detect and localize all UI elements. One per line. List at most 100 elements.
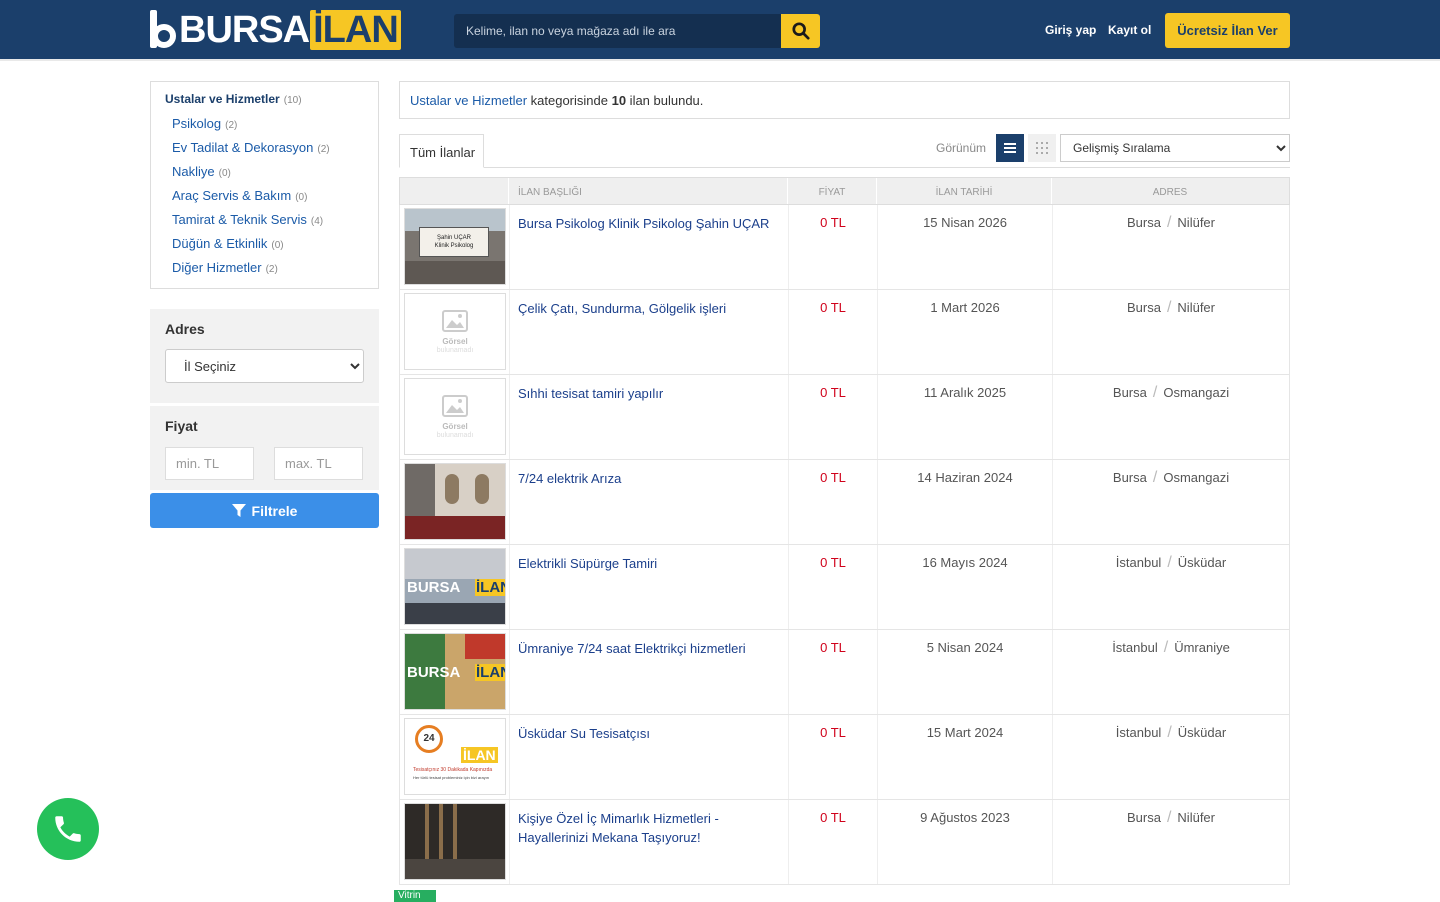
image-placeholder-icon bbox=[442, 310, 468, 332]
placeholder-text: Görsel bbox=[442, 422, 468, 431]
listing-date: 9 Ağustos 2023 bbox=[920, 810, 1010, 825]
listing-thumbnail[interactable]: Görsel bulunamadı bbox=[404, 293, 506, 370]
category-label: Psikolog bbox=[172, 116, 222, 131]
table-row[interactable]: Kişiye Özel İç Mimarlık Hizmetleri - Hay… bbox=[399, 800, 1290, 885]
address-separator: / bbox=[1152, 384, 1158, 401]
grid-view-button[interactable] bbox=[1028, 134, 1056, 162]
result-text-end: ilan bulundu. bbox=[626, 93, 704, 108]
min-price-input[interactable] bbox=[165, 447, 254, 480]
listing-title-link[interactable]: Bursa Psikolog Klinik Psikolog Şahin UÇA… bbox=[518, 216, 769, 231]
thumb-logo-ilan: İLAN bbox=[475, 664, 505, 681]
category-item-nakliye[interactable]: Nakliye (0) bbox=[165, 164, 378, 188]
category-label: Düğün & Etkinlik bbox=[172, 236, 268, 251]
category-label: Nakliye bbox=[172, 164, 215, 179]
logo-text-bursa: BURSA bbox=[179, 9, 310, 51]
post-ad-button[interactable]: Ücretsiz İlan Ver bbox=[1165, 13, 1290, 48]
listing-price: 0 TL bbox=[820, 555, 846, 570]
category-count: (0) bbox=[218, 168, 231, 179]
search-bar bbox=[454, 14, 820, 48]
listing-thumbnail[interactable]: Görsel bulunamadı bbox=[404, 378, 506, 455]
price-filter: Fiyat bbox=[150, 406, 379, 490]
listing-district: Nilüfer bbox=[1177, 810, 1215, 825]
listing-date: 15 Nisan 2026 bbox=[923, 215, 1007, 230]
view-label: Görünüm bbox=[936, 141, 987, 155]
listing-district: Üsküdar bbox=[1177, 725, 1227, 740]
listing-price: 0 TL bbox=[820, 810, 846, 825]
listing-date: 1 Mart 2026 bbox=[930, 300, 1000, 315]
category-item-ev-tadilat[interactable]: Ev Tadilat & Dekorasyon (2) bbox=[165, 140, 378, 164]
list-view-button[interactable] bbox=[996, 134, 1024, 162]
listing-district: Osmangazi bbox=[1163, 470, 1230, 485]
listing-thumbnail[interactable]: 24 İLAN Tesisatçınız 30 Dakikada Kapınız… bbox=[404, 718, 506, 795]
listing-title-link[interactable]: Kişiye Özel İç Mimarlık Hizmetleri - Hay… bbox=[518, 811, 719, 845]
address-separator: / bbox=[1166, 809, 1172, 826]
listing-title-link[interactable]: Elektrikli Süpürge Tamiri bbox=[518, 556, 657, 571]
listing-thumbnail[interactable]: Şahin UÇAR Klinik Psikolog bbox=[404, 208, 506, 285]
table-row[interactable]: Şahin UÇAR Klinik Psikolog Bursa Psikolog… bbox=[399, 205, 1290, 290]
table-row[interactable]: 7/24 elektrik Arıza 0 TL 14 Haziran 2024… bbox=[399, 460, 1290, 545]
search-input[interactable] bbox=[454, 14, 781, 48]
listing-thumbnail[interactable] bbox=[404, 803, 506, 880]
category-label: Diğer Hizmetler bbox=[172, 260, 262, 275]
listing-thumbnail[interactable]: BURSA İLAN bbox=[404, 548, 506, 625]
site-logo[interactable]: BURSA İLAN bbox=[150, 10, 401, 50]
sign-text-line: Klinik Psikolog bbox=[434, 243, 474, 249]
province-select[interactable]: İl Seçiniz bbox=[165, 349, 364, 383]
table-row[interactable]: BURSA İLAN Ümraniye 7/24 saat Elektrikçi… bbox=[399, 630, 1290, 715]
category-item-arac-servis[interactable]: Araç Servis & Bakım (0) bbox=[165, 188, 378, 212]
category-label: Araç Servis & Bakım bbox=[172, 188, 292, 203]
table-row[interactable]: 24 İLAN Tesisatçınız 30 Dakikada Kapınız… bbox=[399, 715, 1290, 800]
header-address: ADRES bbox=[1152, 187, 1188, 198]
listing-city: Bursa bbox=[1112, 470, 1147, 485]
listing-title-link[interactable]: Üsküdar Su Tesisatçısı bbox=[518, 726, 650, 741]
tab-all-listings[interactable]: Tüm İlanlar bbox=[399, 134, 484, 168]
search-button[interactable] bbox=[781, 14, 820, 48]
listing-district: Osmangazi bbox=[1163, 385, 1230, 400]
register-link[interactable]: Kayıt ol bbox=[1108, 23, 1151, 37]
thumb-logo-bursa: BURSA bbox=[407, 579, 461, 596]
max-price-input[interactable] bbox=[274, 447, 363, 480]
listing-district: Nilüfer bbox=[1177, 300, 1215, 315]
listing-city: İstanbul bbox=[1115, 555, 1162, 570]
whatsapp-call-button[interactable] bbox=[37, 798, 99, 860]
placeholder-subtext: bulunamadı bbox=[436, 432, 474, 439]
filter-icon bbox=[231, 503, 246, 517]
list-icon bbox=[1004, 143, 1016, 153]
table-row[interactable]: BURSA İLAN Elektrikli Süpürge Tamiri 0 T… bbox=[399, 545, 1290, 630]
table-row[interactable]: Görsel bulunamadı Sıhhi tesisat tamiri y… bbox=[399, 375, 1290, 460]
category-item-diger[interactable]: Diğer Hizmetler (2) bbox=[165, 260, 378, 284]
filter-button[interactable]: Filtrele bbox=[150, 493, 379, 528]
listing-price: 0 TL bbox=[820, 640, 846, 655]
table-row[interactable]: Görsel bulunamadı Çelik Çatı, Sundurma, … bbox=[399, 290, 1290, 375]
category-main[interactable]: Ustalar ve Hizmetler (10) bbox=[165, 92, 378, 116]
listing-title-link[interactable]: Sıhhi tesisat tamiri yapılır bbox=[518, 386, 663, 401]
login-link[interactable]: Giriş yap bbox=[1045, 23, 1096, 37]
listing-thumbnail[interactable]: BURSA İLAN bbox=[404, 633, 506, 710]
listing-city: Bursa bbox=[1127, 810, 1161, 825]
vitrin-badge: Vitrin bbox=[394, 890, 436, 902]
category-count: (0) bbox=[271, 240, 284, 251]
listing-date: 14 Haziran 2024 bbox=[917, 470, 1013, 485]
listing-thumbnail[interactable] bbox=[404, 463, 506, 540]
listing-price: 0 TL bbox=[820, 470, 846, 485]
listing-title-link[interactable]: 7/24 elektrik Arıza bbox=[518, 471, 621, 486]
thumb-banner-line: Her türlü tesisat probleminiz için bizi … bbox=[413, 775, 490, 780]
result-category-link[interactable]: Ustalar ve Hizmetler bbox=[410, 93, 527, 108]
listing-title-link[interactable]: Çelik Çatı, Sundurma, Gölgelik işleri bbox=[518, 301, 726, 316]
header-title: İLAN BAŞLIĞI bbox=[509, 178, 788, 204]
category-label: Tamirat & Teknik Servis bbox=[172, 212, 307, 227]
sort-select[interactable]: Gelişmiş Sıralama bbox=[1060, 134, 1290, 162]
result-summary: Ustalar ve Hizmetler kategorisinde 10 il… bbox=[399, 81, 1290, 119]
listing-date: 11 Aralık 2025 bbox=[923, 385, 1007, 400]
category-count: (2) bbox=[225, 120, 238, 131]
address-separator: / bbox=[1166, 214, 1172, 231]
category-item-dugun[interactable]: Düğün & Etkinlik (0) bbox=[165, 236, 378, 260]
listing-city: Bursa bbox=[1127, 215, 1161, 230]
category-item-tamirat[interactable]: Tamirat & Teknik Servis (4) bbox=[165, 212, 378, 236]
listing-date: 5 Nisan 2024 bbox=[926, 640, 1004, 655]
header-image bbox=[400, 178, 509, 204]
category-item-psikolog[interactable]: Psikolog (2) bbox=[165, 116, 378, 140]
address-separator: / bbox=[1167, 724, 1172, 741]
category-count: (4) bbox=[310, 216, 324, 227]
listing-title-link[interactable]: Ümraniye 7/24 saat Elektrikçi hizmetleri bbox=[518, 641, 746, 656]
